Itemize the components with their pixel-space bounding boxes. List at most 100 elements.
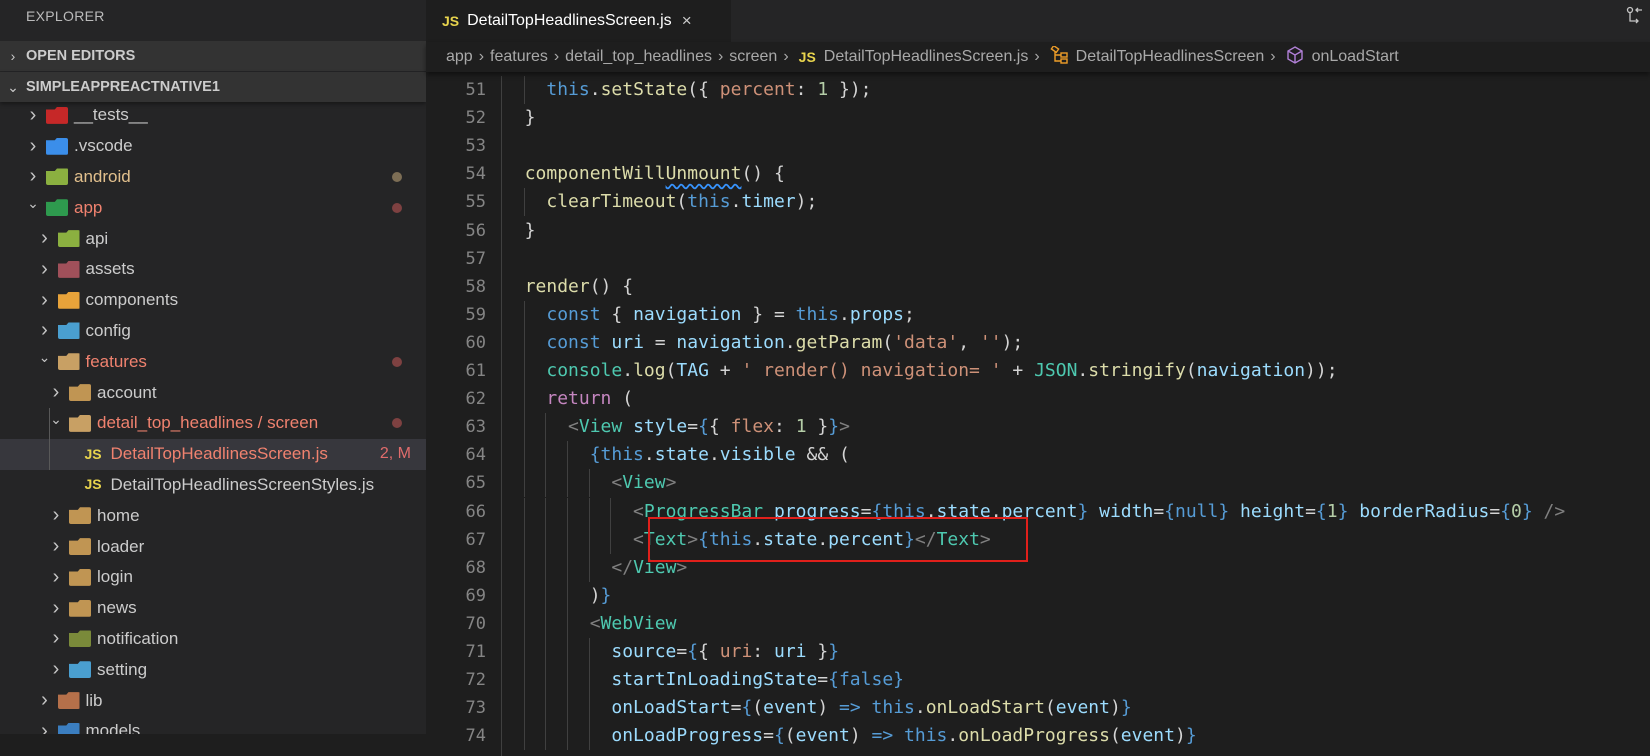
vscode-folder-icon <box>46 137 68 155</box>
code-line[interactable]: 55 clearTimeout(this.timer); <box>426 188 1650 216</box>
code-line[interactable]: 72 startInLoadingState={false} <box>426 666 1650 694</box>
breadcrumb-method[interactable]: onLoadStart <box>1312 48 1399 66</box>
code-line[interactable]: 58 render() { <box>426 273 1650 301</box>
indent-guide <box>545 413 547 442</box>
tree-item[interactable]: › login <box>0 562 426 593</box>
tree-item[interactable]: › components <box>0 285 426 316</box>
code-token: console <box>546 360 623 381</box>
tree-item[interactable]: › account <box>0 377 426 408</box>
breadcrumb: app › features › detail_top_headlines › … <box>426 42 1650 72</box>
code-line[interactable]: 73 onLoadStart={(event) => this.onLoadSt… <box>426 694 1650 722</box>
code-token: { <box>741 697 753 719</box>
code-token: = <box>1489 500 1501 522</box>
chevron-right-icon: › <box>52 627 60 650</box>
tree-item[interactable]: › setting <box>0 654 426 685</box>
code-line[interactable]: 61 console.log(TAG + ' render() navigati… <box>426 357 1650 385</box>
code-line[interactable]: 60 const uri = navigation.getParam('data… <box>426 329 1650 357</box>
code-line[interactable]: 52 } <box>426 104 1650 132</box>
js-file-icon: JS <box>798 49 816 65</box>
code-token: props <box>849 303 905 325</box>
tree-item[interactable]: › models <box>0 716 426 734</box>
code-token: , <box>958 331 980 353</box>
code-editor[interactable]: 51 this.setState({ percent: 1 }); 52 } 53 5… <box>426 76 1650 756</box>
code-token: { <box>828 669 839 691</box>
code-line[interactable]: 68 </View> <box>426 554 1650 582</box>
indent-guide <box>545 581 547 610</box>
code-line[interactable]: 51 this.setState({ percent: 1 }); <box>426 76 1650 104</box>
breadcrumb-item[interactable]: app <box>446 48 473 66</box>
tree-item-label: models <box>85 721 141 734</box>
code-line[interactable]: 70 <WebView <box>426 610 1650 638</box>
chevron-right-icon: › <box>52 565 60 588</box>
indent-guide <box>588 553 590 582</box>
tree-item[interactable]: JS DetailTopHeadlinesScreen.js 2, M <box>0 438 426 470</box>
code-token: => <box>860 725 905 747</box>
code-line[interactable]: 63 <View style={{ flex: 1 }}> <box>426 413 1650 441</box>
code-token: } <box>828 416 840 438</box>
tree-item[interactable]: › __tests__ <box>0 100 426 131</box>
code-line[interactable]: 56 } <box>426 217 1650 245</box>
indent-guide <box>523 385 525 414</box>
breadcrumb-item[interactable]: features <box>490 48 548 66</box>
tree-item[interactable]: ⌄ detail_top_headlines / screen <box>0 408 426 439</box>
open-editors-section[interactable]: › OPEN EDITORS <box>0 41 426 71</box>
tree-item[interactable]: › config <box>0 316 426 347</box>
indent-guide <box>501 76 502 756</box>
project-section[interactable]: ⌄ SIMPLEAPPREACTNATIVE1 <box>0 72 426 102</box>
code-line[interactable]: 65 <View> <box>426 469 1650 497</box>
tree-item[interactable]: › android <box>0 162 426 193</box>
code-line[interactable]: 64 {this.state.visible && ( <box>426 441 1650 469</box>
line-number: 53 <box>465 136 486 157</box>
chevron-right-icon: › <box>783 48 789 65</box>
tree-item[interactable]: ⌄ features <box>0 346 426 377</box>
chevron-right-icon: › <box>52 381 60 404</box>
tree-item[interactable]: › notification <box>0 624 426 655</box>
close-icon[interactable]: × <box>682 11 692 31</box>
code-token: this <box>600 444 644 466</box>
code-token: } <box>893 669 904 691</box>
code-line[interactable]: 71 source={{ uri: uri }} <box>426 638 1650 666</box>
breadcrumb-file[interactable]: DetailTopHeadlinesScreen.js <box>824 48 1029 66</box>
components-folder-icon <box>57 291 80 309</box>
code-line[interactable]: 57 <box>426 245 1650 273</box>
indent-guide <box>545 694 547 723</box>
code-token: setState <box>600 79 688 100</box>
folder-open-icon <box>69 414 91 432</box>
tab-detail-top-headlines-screen[interactable]: JS DetailTopHeadlinesScreen.js × <box>426 0 731 42</box>
code-line[interactable]: 53 <box>426 132 1650 160</box>
tree-item[interactable]: ⌄ app <box>0 192 426 223</box>
tree-item-label: account <box>97 382 157 402</box>
chevron-right-icon: › <box>41 319 48 342</box>
notification-folder-icon <box>69 630 91 648</box>
breadcrumb-item[interactable]: detail_top_headlines <box>565 48 712 66</box>
line-number: 63 <box>465 417 486 438</box>
tree-item-label: config <box>85 320 131 340</box>
code-line[interactable]: 69 )} <box>426 582 1650 610</box>
js-file-icon: JS <box>84 476 102 493</box>
tree-item[interactable]: › home <box>0 500 426 531</box>
tree-item[interactable]: › news <box>0 593 426 624</box>
line-number: 66 <box>465 501 486 522</box>
code-line[interactable]: 54 componentWillUnmount() { <box>426 160 1650 188</box>
indent-guide <box>588 638 590 667</box>
tree-item[interactable]: › .vscode <box>0 131 426 162</box>
tree-item[interactable]: › loader <box>0 531 426 562</box>
api-folder-icon <box>57 230 80 248</box>
breadcrumb-item[interactable]: screen <box>729 48 777 66</box>
tree-item[interactable]: › assets <box>0 254 426 285</box>
modified-dot-icon <box>392 356 402 367</box>
code-line[interactable]: 59 const { navigation } = this.props; <box>426 301 1650 329</box>
breadcrumb-class[interactable]: DetailTopHeadlinesScreen <box>1076 48 1265 66</box>
code-line[interactable]: 74 onLoadProgress={(event) => this.onLoa… <box>426 722 1650 750</box>
code-token: { <box>708 416 731 438</box>
tree-item[interactable]: › api <box>0 223 426 254</box>
code-line[interactable]: 62 return ( <box>426 385 1650 413</box>
git-compare-icon[interactable] <box>1626 6 1644 33</box>
tree-item[interactable]: JS DetailTopHeadlinesScreenStyles.js <box>0 470 426 501</box>
tree-item-label: components <box>85 290 179 310</box>
tree-item[interactable]: › lib <box>0 685 426 716</box>
